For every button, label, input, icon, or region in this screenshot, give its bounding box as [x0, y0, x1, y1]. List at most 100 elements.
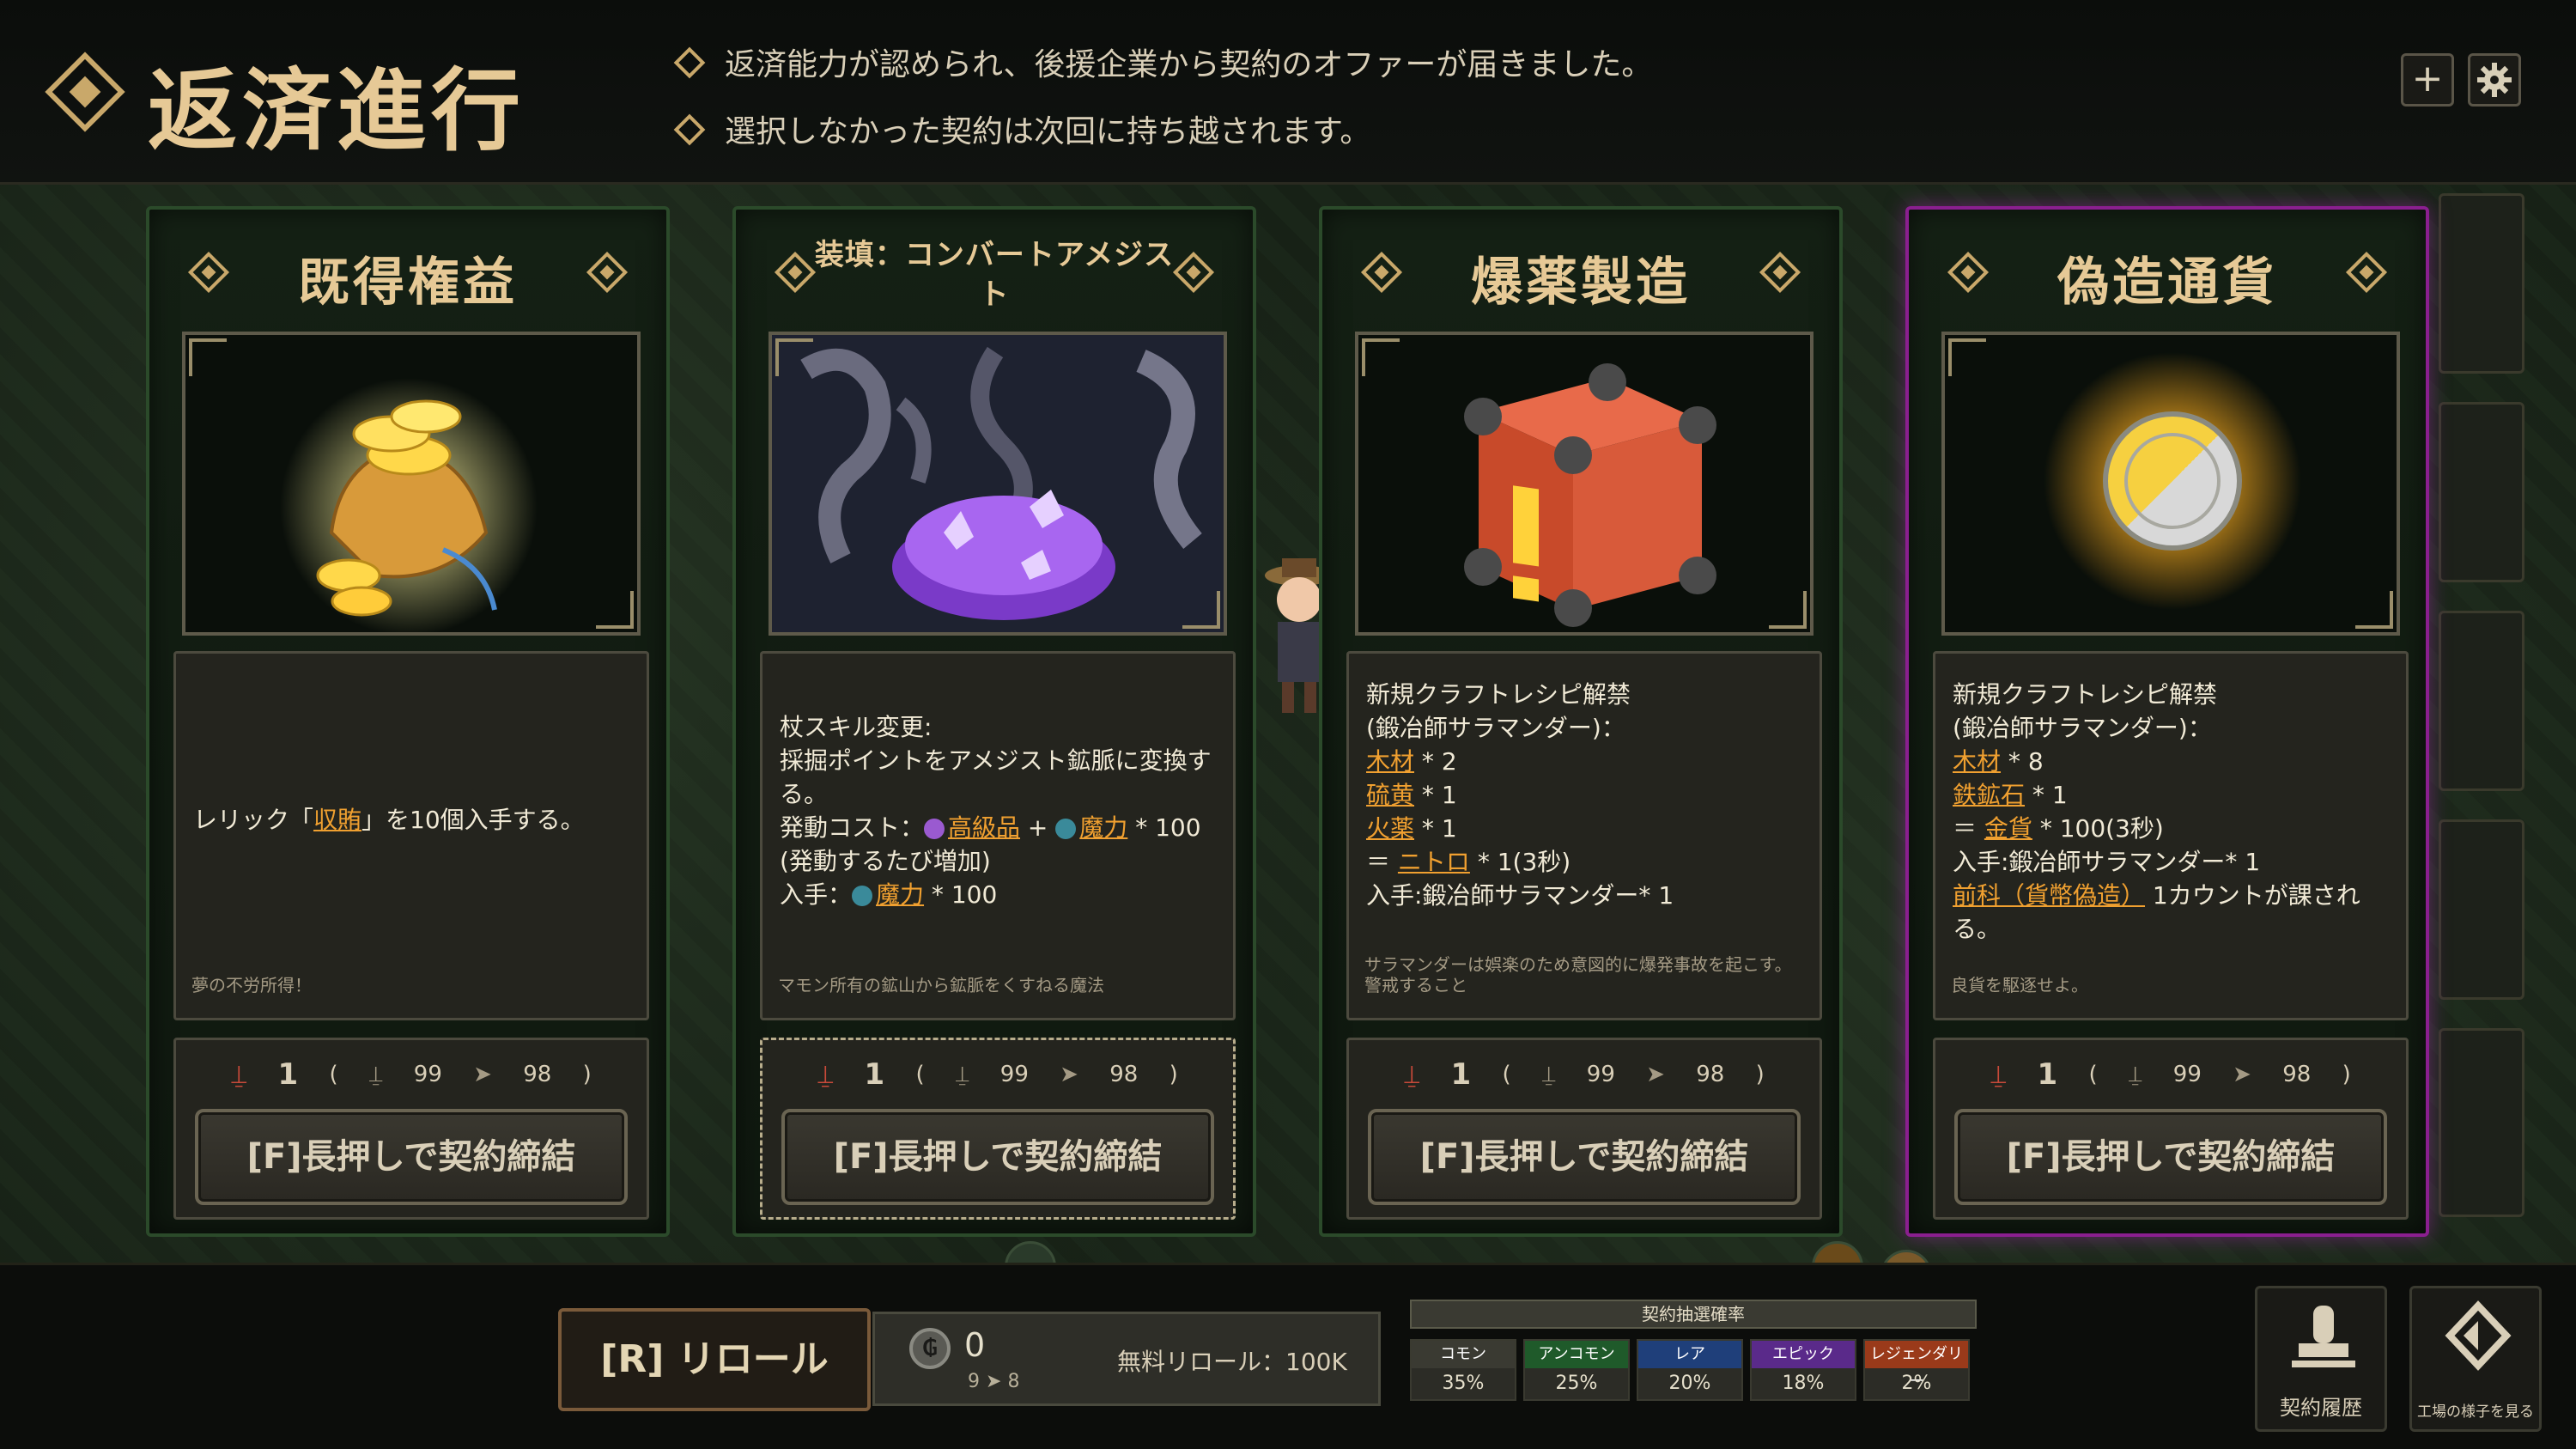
lever-icon: ⍊ [231, 1059, 247, 1090]
stock-before: 99 [999, 1062, 1029, 1087]
contract-stats: ⍊ 1 ( ⍊ 99 ➤ 98 ) [F]長押しで契約締結 [173, 1038, 649, 1220]
lever-icon: ⍊ [1404, 1059, 1420, 1090]
contract-button[interactable]: [F]長押しで契約締結 [195, 1109, 628, 1205]
stock-before: 99 [1586, 1062, 1615, 1087]
counterfeit-coin-icon [2044, 352, 2301, 610]
contract-button[interactable]: [F]長押しで契約締結 [1954, 1109, 2387, 1205]
bullet-diamond-icon [673, 113, 706, 146]
title-diamond-icon [45, 52, 125, 132]
notice-line: 返済能力が認められ、後援企業から契約のオファーが届きました。 [673, 40, 1652, 84]
page-title: 返済進行 [148, 58, 526, 163]
flavor-text: 夢の不労所得！ [191, 975, 312, 995]
lever-icon: ⍊ [1990, 1059, 2007, 1090]
background-panel [2439, 819, 2524, 1000]
odds-title: 契約抽選確率 [1410, 1300, 1977, 1329]
bottom-bar: [R] リロール ₲ 0 9 ➤ 8 無料リロール：100K 契約抽選確率 コモ… [0, 1263, 2576, 1449]
card-description: 新規クラフトレシピ解禁 (鍛冶師サラマンダー)： 木材 * 8 鉄鉱石 * 1 … [1933, 651, 2409, 1020]
back-diamond-icon [2445, 1300, 2512, 1371]
contract-button[interactable]: [F]長押しで契約締結 [1368, 1109, 1801, 1205]
stock-before: 99 [413, 1062, 442, 1087]
contract-count: 1 [1450, 1057, 1472, 1092]
card-art [1941, 332, 2400, 636]
luxury-link[interactable]: 高級品 [948, 813, 1020, 842]
material-link[interactable]: 木材 [1366, 747, 1414, 776]
flavor-text: 良貨を駆逐せよ。 [1951, 975, 2088, 995]
settings-button[interactable] [2468, 53, 2521, 107]
reroll-count: 0 [964, 1326, 986, 1364]
header-bar: 返済進行 返済能力が認められ、後援企業から契約のオファーが届きました。 選択しな… [0, 0, 2576, 185]
contract-stats: ⍊ 1 ( ⍊ 99 ➤ 98 ) [F]長押しで契約締結 [1933, 1038, 2409, 1220]
mana-orb-icon [852, 886, 873, 906]
lever-icon: ⍊ [955, 1061, 969, 1087]
contract-count: 1 [864, 1057, 885, 1092]
card-art [182, 332, 641, 636]
relic-link[interactable]: 収賄 [313, 806, 361, 834]
contract-stats: ⍊ 1 ( ⍊ 99 ➤ 98 ) [F]長押しで契約締結 [1346, 1038, 1822, 1220]
odds-cell-epic: エピック 18% [1750, 1339, 1856, 1401]
flavor-text: サラマンダーは娯楽のため意図的に爆発事故を起こす。警戒すること [1364, 954, 1792, 995]
history-label: 契約履歴 [2280, 1396, 2362, 1420]
reroll-info-panel: ₲ 0 9 ➤ 8 無料リロール：100K [872, 1312, 1381, 1406]
contract-card[interactable]: 爆薬製造 新規クラフトレシピ解禁 (鍛冶師サラマンダー)： 木材 * 2 硫黄 … [1319, 206, 1843, 1237]
stock-after: 98 [523, 1062, 552, 1087]
stock-after: 98 [2282, 1062, 2312, 1087]
lever-icon: ⍊ [817, 1059, 834, 1090]
arrow-right-icon: ➤ [2233, 1062, 2251, 1087]
contract-card[interactable]: 既得権益 レリック「収賄」を10個入手する。 夢の不労所得！ ⍊ 1 ( ⍊ 9… [146, 206, 670, 1237]
card-title: 装填：コンバートアメジスト [814, 238, 1175, 312]
add-button[interactable]: + [2401, 53, 2454, 107]
odds-cell-rare: レア 20% [1637, 1339, 1743, 1401]
card-title: 偽造通貨 [2057, 253, 2277, 313]
amethyst-gem-icon [772, 335, 1224, 632]
lever-icon: ⍊ [368, 1061, 383, 1087]
card-title: 爆薬製造 [1471, 253, 1691, 313]
stock-after: 98 [1109, 1062, 1139, 1087]
bullet-diamond-icon [673, 46, 706, 79]
odds-cell-legendary: レジェンダリー 2% [1863, 1339, 1970, 1401]
contract-odds-panel: 契約抽選確率 コモン 35% アンコモン 25% レア 20% エピック 18%… [1410, 1300, 1977, 1420]
contract-card[interactable]: 装填：コンバートアメジスト 杖スキル変更: 採掘ポイントをアメジスト鉱脈に変換す… [732, 206, 1256, 1237]
card-art [769, 332, 1227, 636]
contract-button[interactable]: [F]長押しで契約締結 [781, 1109, 1214, 1205]
odds-cell-uncommon: アンコモン 25% [1523, 1339, 1630, 1401]
gear-icon [2477, 63, 2512, 97]
mana-orb-icon [1055, 819, 1077, 839]
notice-line: 選択しなかった契約は次回に持ち越されます。 [673, 107, 1370, 151]
contract-history-button[interactable]: 契約履歴 [2255, 1286, 2387, 1432]
material-link[interactable]: 木材 [1953, 747, 2001, 776]
contract-card[interactable]: 偽造通貨 新規クラフトレシピ解禁 (鍛冶師サラマンダー)： 木材 * 8 鉄鉱石… [1905, 206, 2429, 1237]
reroll-coin-icon: ₲ [909, 1328, 951, 1369]
card-description: 新規クラフトレシピ解禁 (鍛冶師サラマンダー)： 木材 * 2 硫黄 * 1 火… [1346, 651, 1822, 1020]
material-link[interactable]: 火薬 [1366, 814, 1414, 843]
mana-link[interactable]: 魔力 [876, 880, 924, 909]
card-description: レリック「収賄」を10個入手する。 夢の不労所得！ [173, 651, 649, 1020]
product-link[interactable]: 金貨 [1984, 814, 2032, 843]
material-link[interactable]: 硫黄 [1366, 781, 1414, 809]
background-panel [2439, 611, 2524, 791]
arrow-right-icon: ➤ [1060, 1062, 1078, 1087]
stock-before: 99 [2172, 1062, 2202, 1087]
background-panel [2439, 193, 2524, 374]
odds-cell-common: コモン 35% [1410, 1339, 1516, 1401]
factory-label: 工場の様子を見る [2417, 1403, 2534, 1421]
arrow-right-icon: ➤ [473, 1062, 492, 1087]
mana-link[interactable]: 魔力 [1079, 813, 1127, 842]
card-description: 杖スキル変更: 採掘ポイントをアメジスト鉱脈に変換する。 発動コスト： 高級品 +… [760, 651, 1236, 1020]
product-link[interactable]: ニトロ [1398, 848, 1470, 876]
luxury-orb-icon [924, 819, 945, 839]
card-title: 既得権益 [298, 253, 518, 313]
stock-after: 98 [1696, 1062, 1725, 1087]
gold-coins-pouch-icon [280, 378, 538, 632]
view-factory-button[interactable]: 工場の様子を見る [2409, 1286, 2542, 1432]
card-art [1355, 332, 1814, 636]
contract-count: 1 [277, 1057, 299, 1092]
reroll-button[interactable]: [R] リロール [558, 1308, 871, 1411]
contract-stats: ⍊ 1 ( ⍊ 99 ➤ 98 ) [F]長押しで契約締結 [760, 1038, 1236, 1220]
free-reroll-cost: 無料リロール：100K [1117, 1348, 1347, 1376]
flavor-text: マモン所有の鉱山から鉱脈をくすねる魔法 [778, 975, 1104, 995]
penalty-link[interactable]: 前科（貨幣偽造） [1953, 881, 2145, 910]
arrow-right-icon: ➤ [1646, 1062, 1665, 1087]
stamp-icon [2292, 1306, 2355, 1367]
material-link[interactable]: 鉄鉱石 [1953, 781, 2025, 809]
reroll-count-change: 9 ➤ 8 [968, 1371, 1020, 1392]
